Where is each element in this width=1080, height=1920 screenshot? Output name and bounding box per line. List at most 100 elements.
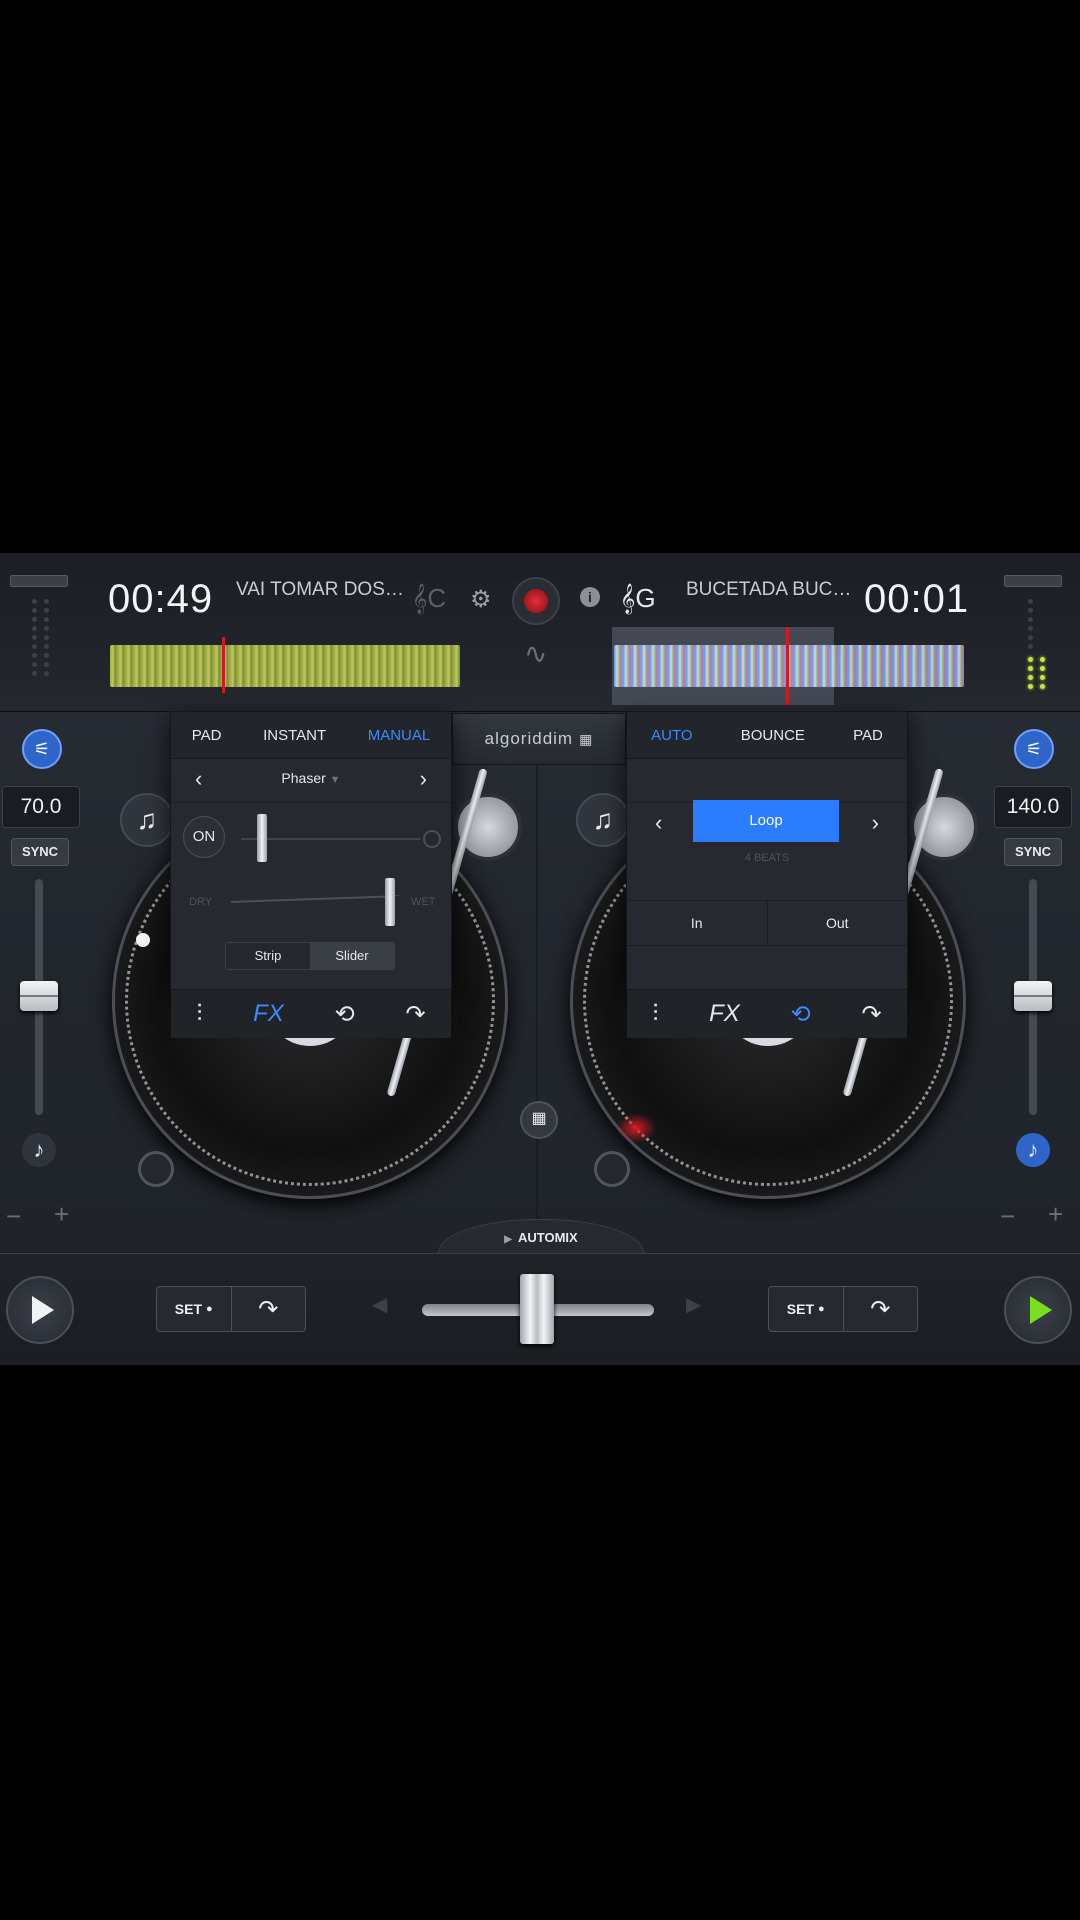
tab-instant[interactable]: INSTANT bbox=[263, 727, 326, 744]
left-add-track-button[interactable]: ♫ bbox=[120, 793, 174, 847]
left-cue-controls: SET ● ↷ bbox=[156, 1286, 306, 1332]
loop-in-button[interactable]: In bbox=[627, 901, 768, 945]
loop-button[interactable]: Loop bbox=[693, 800, 839, 842]
loop-out-button[interactable]: Out bbox=[768, 901, 908, 945]
right-add-track-button[interactable]: ♫ bbox=[576, 793, 630, 847]
right-panel-toolbar: ⫶ FX ⟲ ↷ bbox=[627, 989, 907, 1038]
left-play-button[interactable] bbox=[6, 1276, 74, 1344]
dry-label: DRY bbox=[189, 896, 213, 908]
left-cue-set-button[interactable]: SET ● bbox=[157, 1287, 231, 1331]
tab-pad[interactable]: PAD bbox=[853, 727, 883, 744]
left-panel-toolbar: ⫶ FX ⟲ ↷ bbox=[171, 989, 451, 1038]
sliders-icon: ⚟ bbox=[1025, 738, 1043, 759]
grid-logo-icon: ▦ bbox=[579, 730, 594, 747]
left-pitch-knob[interactable] bbox=[20, 981, 58, 1011]
right-level-meter bbox=[1028, 595, 1042, 653]
right-playhead bbox=[786, 627, 789, 705]
dry-wet-handle[interactable] bbox=[385, 878, 395, 926]
record-button[interactable] bbox=[512, 577, 560, 625]
mixer-icon[interactable]: ⫶ bbox=[196, 1000, 202, 1028]
dot-icon: ● bbox=[818, 1303, 825, 1315]
left-mixer-button[interactable]: ⚟ bbox=[22, 729, 62, 769]
chevron-right-icon[interactable]: › bbox=[420, 766, 427, 792]
xfade-right-arrow-icon[interactable]: ▶ bbox=[686, 1292, 701, 1317]
chevron-right-icon[interactable]: › bbox=[872, 810, 879, 836]
clef-icon: 𝄞 bbox=[412, 583, 428, 613]
left-key[interactable]: 𝄞C bbox=[412, 583, 446, 615]
mode-slider[interactable]: Slider bbox=[310, 943, 394, 969]
crossfader-knob[interactable] bbox=[520, 1274, 554, 1344]
fx-on-button[interactable]: ON bbox=[183, 816, 225, 858]
right-note-icon[interactable]: ♪ bbox=[1016, 1133, 1050, 1167]
left-bpm[interactable]: 70.0 bbox=[2, 786, 80, 828]
grid-menu-icon[interactable]: ▦ bbox=[520, 1101, 558, 1139]
fx-param-slider[interactable] bbox=[241, 838, 421, 840]
play-small-icon: ▶ bbox=[504, 1234, 512, 1245]
xfade-left-arrow-icon[interactable]: ◀ bbox=[372, 1292, 387, 1317]
dot-icon: ● bbox=[206, 1303, 213, 1315]
right-waveform[interactable] bbox=[614, 645, 964, 687]
fx-icon[interactable]: FX bbox=[709, 1000, 740, 1028]
left-track-title[interactable]: VAI TOMAR DOS… bbox=[236, 579, 404, 601]
effect-name[interactable]: Phaser ▼ bbox=[171, 770, 451, 786]
left-minus-icon[interactable]: − bbox=[6, 1201, 21, 1232]
left-fx-tabs: PAD INSTANT MANUAL bbox=[171, 712, 451, 759]
record-icon bbox=[524, 589, 548, 613]
fx-param-max-icon bbox=[423, 830, 441, 848]
right-track-title[interactable]: BUCETADA BUC… bbox=[686, 579, 851, 601]
automix-button[interactable]: ▶ AUTOMIX bbox=[438, 1219, 644, 1254]
loop-icon[interactable]: ⟲ bbox=[791, 1000, 811, 1029]
sliders-icon: ⚟ bbox=[33, 738, 51, 759]
mixer-icon[interactable]: ⫶ bbox=[652, 1000, 658, 1028]
loop-spacer bbox=[627, 758, 907, 803]
brand-logo: algoriddim ▦ bbox=[452, 713, 626, 765]
dry-wet-track[interactable] bbox=[231, 895, 401, 903]
loop-in-out: In Out bbox=[627, 900, 907, 946]
right-play-button[interactable] bbox=[1004, 1276, 1072, 1344]
center-divider bbox=[536, 713, 538, 1233]
right-cue-controls: SET ● ↷ bbox=[768, 1286, 918, 1332]
right-deck-tab[interactable] bbox=[1004, 575, 1062, 587]
effect-selector: ‹ Phaser ▼ › bbox=[171, 758, 451, 803]
left-cue-dot[interactable] bbox=[138, 1151, 174, 1187]
right-pitch-knob[interactable] bbox=[1014, 981, 1052, 1011]
right-mixer-button[interactable]: ⚟ bbox=[1014, 729, 1054, 769]
left-note-icon[interactable]: ♪ bbox=[22, 1133, 56, 1167]
gear-icon[interactable]: ⚙ bbox=[470, 585, 492, 614]
left-plus-icon[interactable]: + bbox=[54, 1199, 69, 1230]
left-sync-button[interactable]: SYNC bbox=[11, 838, 69, 866]
right-cue-dot[interactable] bbox=[594, 1151, 630, 1187]
chevron-left-icon[interactable]: ‹ bbox=[655, 810, 662, 836]
right-key[interactable]: 𝄞G bbox=[620, 583, 656, 615]
right-level-meter-active-2 bbox=[1040, 653, 1054, 693]
bottom-transport-bar: SET ● ↷ ◀ ▶ SET ● ↷ bbox=[0, 1253, 1080, 1365]
wet-label: WET bbox=[411, 896, 436, 908]
right-minus-icon[interactable]: − bbox=[1000, 1201, 1015, 1232]
fx-icon[interactable]: FX bbox=[253, 1000, 284, 1028]
right-sync-button[interactable]: SYNC bbox=[1004, 838, 1062, 866]
left-cue-jump-icon[interactable]: ↷ bbox=[230, 1287, 306, 1331]
left-platter-marker bbox=[136, 933, 150, 947]
right-loop-panel: AUTO BOUNCE PAD ‹ Loop › 4 BEATS In Out … bbox=[626, 711, 908, 1038]
skip-icon[interactable]: ↷ bbox=[861, 1000, 881, 1029]
right-cue-set-button[interactable]: SET ● bbox=[769, 1287, 843, 1331]
left-deck-tab[interactable] bbox=[10, 575, 68, 587]
mode-strip[interactable]: Strip bbox=[226, 943, 310, 969]
left-fx-panel: PAD INSTANT MANUAL ‹ Phaser ▼ › ON DRY W… bbox=[170, 711, 452, 1038]
right-bpm[interactable]: 140.0 bbox=[994, 786, 1072, 828]
loop-icon[interactable]: ⟲ bbox=[335, 1000, 355, 1029]
chevron-down-icon: ▼ bbox=[329, 774, 341, 786]
skip-icon[interactable]: ↷ bbox=[405, 1000, 425, 1029]
tab-manual[interactable]: MANUAL bbox=[368, 727, 431, 744]
info-icon[interactable]: i bbox=[580, 587, 600, 607]
tab-pad[interactable]: PAD bbox=[192, 727, 222, 744]
right-cue-jump-icon[interactable]: ↷ bbox=[842, 1287, 918, 1331]
left-waveform[interactable] bbox=[110, 645, 460, 687]
fx-param-handle[interactable] bbox=[257, 814, 267, 862]
tab-bounce[interactable]: BOUNCE bbox=[741, 727, 805, 744]
left-level-meter-2 bbox=[44, 595, 58, 680]
tab-auto[interactable]: AUTO bbox=[651, 727, 692, 744]
waveform-toggle-icon[interactable]: ∿ bbox=[524, 637, 547, 670]
right-plus-icon[interactable]: + bbox=[1048, 1199, 1063, 1230]
clef-icon: 𝄞 bbox=[620, 583, 636, 613]
